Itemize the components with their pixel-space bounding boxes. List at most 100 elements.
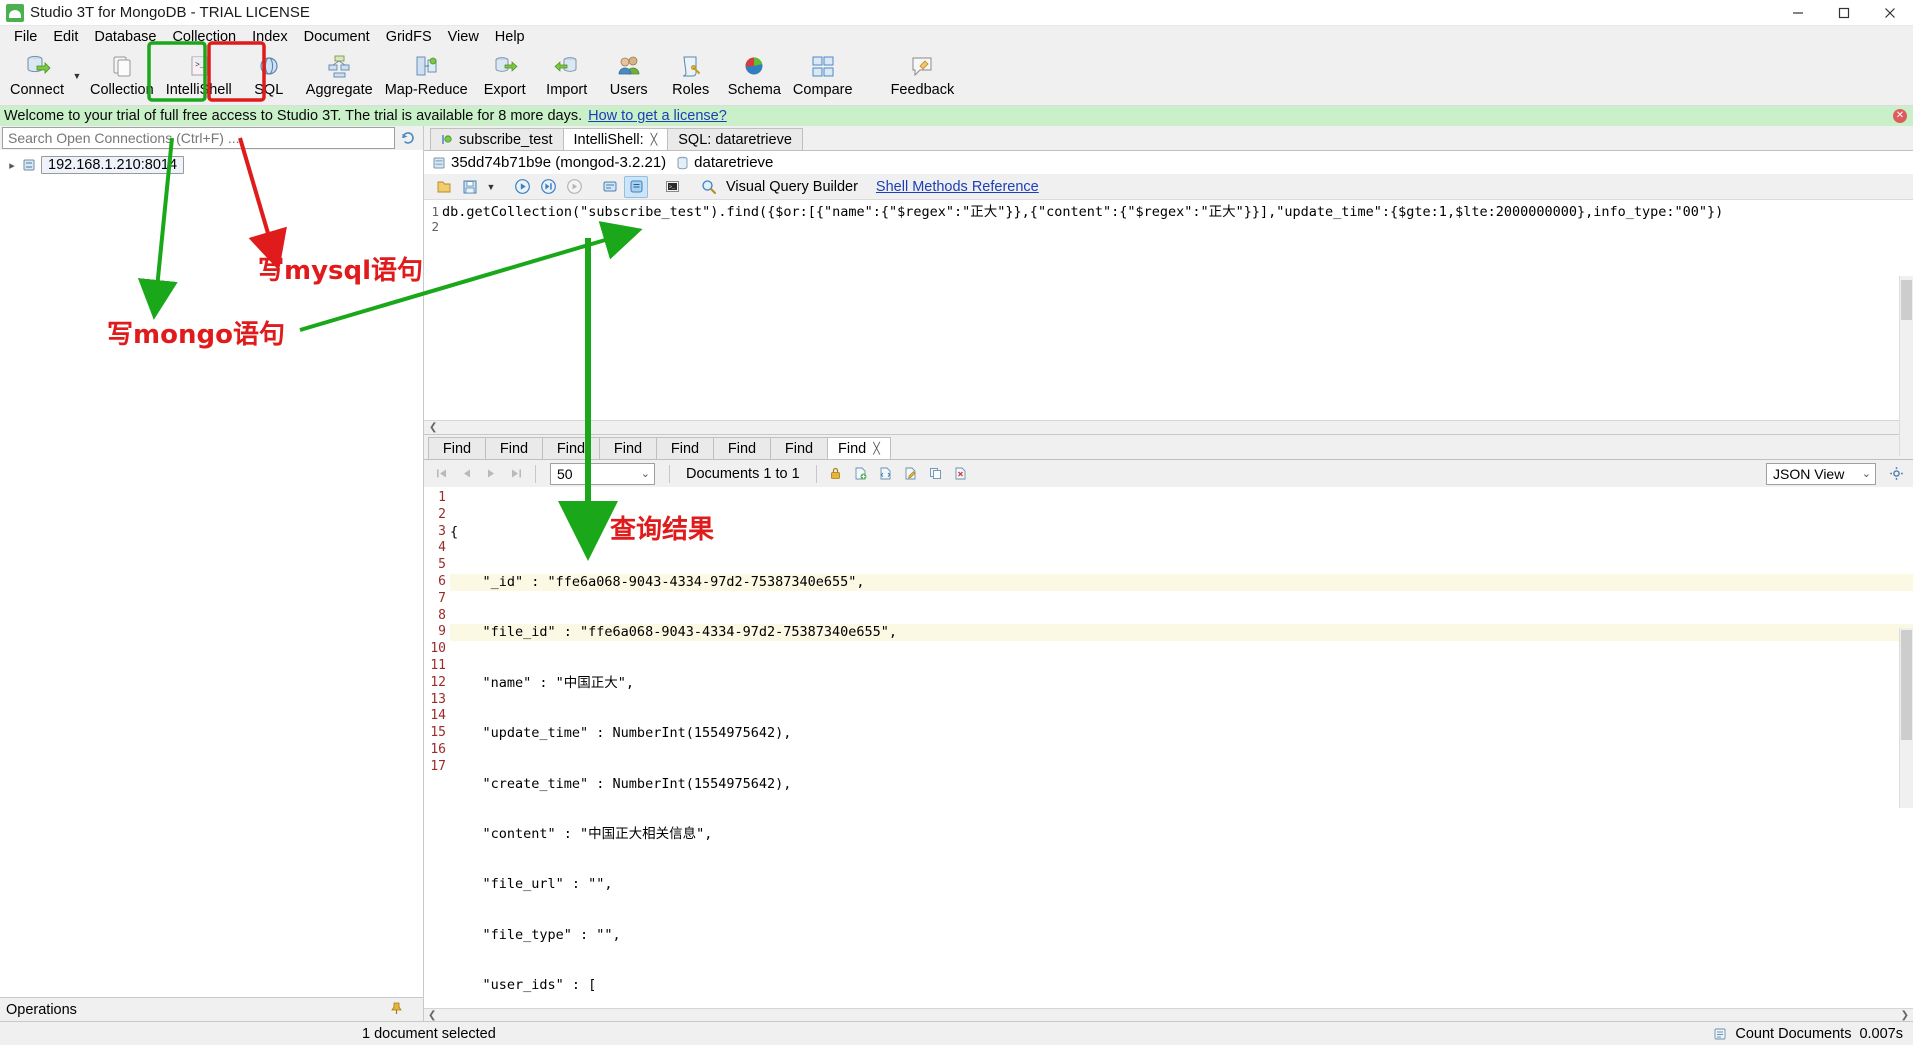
gear-icon[interactable] [1885, 463, 1907, 485]
menu-help[interactable]: Help [487, 27, 533, 47]
chevron-right-icon[interactable]: ▸ [4, 159, 20, 172]
save-icon[interactable] [458, 176, 482, 198]
json-horizontal-scrollbar[interactable]: ❮ ❯ [424, 1008, 1913, 1021]
copy-document-icon[interactable] [925, 463, 947, 485]
toolbar-compare[interactable]: Compare [787, 48, 859, 104]
find-tab-8-label: Find [838, 441, 866, 457]
toolbar-collection[interactable]: Collection [84, 48, 160, 104]
users-icon [615, 51, 643, 81]
lock-icon[interactable] [825, 463, 847, 485]
json-text[interactable]: { "_id" : "ffe6a068-9043-4334-97d2-75387… [450, 487, 1913, 1021]
annotation-sql-note: 写mysql语句 [258, 250, 423, 287]
menu-file[interactable]: File [6, 27, 45, 47]
toolbar-feedback[interactable]: Feedback [885, 48, 961, 104]
clone-document-icon[interactable] [875, 463, 897, 485]
find-tab-2[interactable]: Find [485, 437, 543, 459]
tab-subscribe-test[interactable]: subscribe_test [430, 128, 564, 150]
find-tab-1[interactable]: Find [428, 437, 486, 459]
json-line-number: 6 [424, 574, 446, 591]
format-query-icon[interactable] [598, 176, 622, 198]
add-document-icon[interactable] [850, 463, 872, 485]
previous-page-icon[interactable] [455, 463, 477, 485]
json-vertical-scrollbar[interactable] [1899, 628, 1913, 808]
page-size-select[interactable]: 50 ⌄ [550, 463, 655, 485]
find-tab-3-label: Find [557, 441, 585, 457]
search-refresh-icon[interactable] [395, 127, 421, 149]
open-file-icon[interactable] [432, 176, 456, 198]
maximize-button[interactable] [1821, 0, 1867, 26]
minimize-button[interactable] [1775, 0, 1821, 26]
json-scroll-left-icon[interactable]: ❮ [428, 1010, 436, 1021]
search-input[interactable]: Search Open Connections (Ctrl+F) ... [2, 127, 395, 149]
edit-document-icon[interactable] [900, 463, 922, 485]
tree-row-connection[interactable]: ▸ 192.168.1.210:8014 [0, 154, 423, 176]
toolbar-users[interactable]: Users [598, 48, 660, 104]
execute-script-icon[interactable] [562, 176, 586, 198]
console-icon[interactable]: >_ [660, 176, 684, 198]
code-horizontal-scrollbar[interactable]: ❮ ❯ [424, 420, 1913, 434]
toolbar-roles[interactable]: Roles [660, 48, 722, 104]
code-scroll-thumb[interactable] [1901, 280, 1912, 320]
find-tab-8[interactable]: Find ╳ [827, 437, 891, 459]
operations-bar[interactable]: Operations [0, 997, 423, 1021]
next-page-icon[interactable] [480, 463, 502, 485]
find-tab-5[interactable]: Find [656, 437, 714, 459]
menu-document[interactable]: Document [296, 27, 378, 47]
first-page-icon[interactable] [430, 463, 452, 485]
json-result-view[interactable]: 1 2 3 4 5 6 7 8 9 10 11 12 13 14 15 16 1… [424, 487, 1913, 1021]
execute-all-icon[interactable] [536, 176, 560, 198]
json-scroll-right-icon[interactable]: ❯ [1901, 1010, 1909, 1021]
toolbar-schema[interactable]: Schema [722, 48, 787, 104]
menu-gridfs[interactable]: GridFS [378, 27, 440, 47]
shell-methods-reference-link[interactable]: Shell Methods Reference [876, 179, 1039, 195]
count-documents-label[interactable]: Count Documents [1735, 1026, 1851, 1042]
toolbar-connect-label: Connect [10, 82, 64, 98]
toolbar-intellishell[interactable]: >_ IntelliShell [160, 48, 238, 104]
find-tab-7[interactable]: Find [770, 437, 828, 459]
view-mode-chevron-down-icon[interactable]: ⌄ [1862, 467, 1871, 480]
delete-document-icon[interactable] [950, 463, 972, 485]
toolbar-sql[interactable]: SQL [238, 48, 300, 104]
find-tab-3[interactable]: Find [542, 437, 600, 459]
json-scroll-thumb[interactable] [1901, 630, 1912, 740]
menu-database[interactable]: Database [86, 27, 164, 47]
save-dropdown-caret-icon[interactable]: ▼ [484, 176, 498, 198]
close-button[interactable] [1867, 0, 1913, 26]
menu-view[interactable]: View [440, 27, 487, 47]
menu-index[interactable]: Index [244, 27, 295, 47]
find-tab-4[interactable]: Find [599, 437, 657, 459]
code-text[interactable]: db.getCollection("subscribe_test").find(… [442, 200, 1913, 434]
pin-icon[interactable] [390, 1002, 403, 1018]
chevron-down-icon[interactable]: ⌄ [641, 467, 650, 480]
execute-icon[interactable] [510, 176, 534, 198]
query-code-editor[interactable]: 1 2 db.getCollection("subscribe_test").f… [424, 200, 1913, 435]
menu-edit[interactable]: Edit [45, 27, 86, 47]
toolbar-feedback-label: Feedback [891, 82, 955, 98]
visual-query-builder-label[interactable]: Visual Query Builder [726, 179, 858, 195]
connect-dropdown-caret-icon[interactable]: ▼ [70, 48, 84, 104]
view-mode-select[interactable]: JSON View ⌄ [1766, 463, 1876, 485]
menu-collection[interactable]: Collection [164, 27, 244, 47]
json-line: "file_type" : "", [450, 927, 1913, 944]
toolbar-export[interactable]: Export [474, 48, 536, 104]
tab-sql-dataretrieve[interactable]: SQL: dataretrieve [667, 128, 803, 150]
banner-close-icon[interactable]: ✕ [1893, 109, 1907, 123]
toggle-output-icon[interactable] [624, 176, 648, 198]
toolbar-import[interactable]: Import [536, 48, 598, 104]
documents-range-label: Documents 1 to 1 [686, 466, 800, 482]
toolbar-map-reduce[interactable]: Map-Reduce [379, 48, 474, 104]
tab-close-icon[interactable]: ╳ [651, 133, 658, 146]
find-tab-4-label: Find [614, 441, 642, 457]
tab-intellishell[interactable]: IntelliShell: ╳ [563, 128, 669, 150]
scroll-left-icon[interactable]: ❮ [429, 422, 437, 433]
toolbar-aggregate[interactable]: Aggregate [300, 48, 379, 104]
code-vertical-scrollbar[interactable] [1899, 276, 1913, 456]
connection-label[interactable]: 192.168.1.210:8014 [41, 156, 184, 174]
result-tabstrip: Find Find Find Find Find Find Find Find … [424, 435, 1913, 459]
visual-query-builder-icon[interactable] [696, 176, 720, 198]
get-license-link[interactable]: How to get a license? [588, 108, 727, 124]
last-page-icon[interactable] [505, 463, 527, 485]
toolbar-connect[interactable]: Connect [4, 48, 70, 104]
find-tab-6[interactable]: Find [713, 437, 771, 459]
find-tab-close-icon[interactable]: ╳ [873, 442, 880, 455]
